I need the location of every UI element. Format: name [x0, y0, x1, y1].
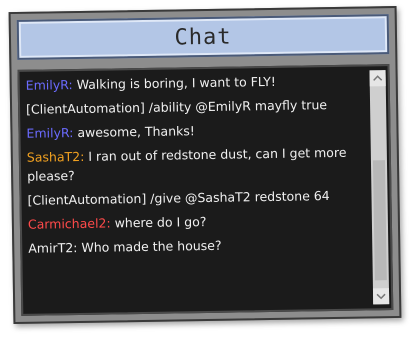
chat-message: AmirT2: Who made the house?	[28, 233, 366, 257]
scroll-thumb[interactable]	[372, 160, 387, 281]
message-text: [ClientAutomation] /give @SashaT2 redsto…	[27, 188, 330, 208]
message-text: AmirT2: Who made the house?	[28, 237, 222, 256]
scroll-up-button[interactable]	[369, 70, 386, 87]
chat-panel: EmilyR: Walking is boring, I want to FLY…	[17, 64, 394, 316]
message-text: [ClientAutomation] /ability @EmilyR mayf…	[25, 97, 328, 117]
scroll-down-button[interactable]	[372, 288, 390, 305]
message-text: Walking is boring, I want to FLY!	[72, 73, 276, 93]
chevron-up-icon	[373, 75, 383, 81]
message-sender: EmilyR:	[26, 125, 74, 141]
chat-message: EmilyR: Walking is boring, I want to FLY…	[26, 70, 364, 94]
message-text: awesome, Thanks!	[73, 123, 195, 141]
window-title: Chat	[174, 24, 232, 50]
message-text: where do I go?	[110, 213, 207, 231]
message-list: EmilyR: Walking is boring, I want to FLY…	[26, 70, 368, 311]
message-sender: Carmichael2:	[27, 215, 111, 232]
chat-message: SashaT2: I ran out of redstone dust, can…	[27, 142, 366, 185]
chat-window: Chat EmilyR: Walking is boring, I want t…	[8, 5, 402, 325]
message-sender: EmilyR:	[25, 77, 73, 93]
chat-message: [ClientAutomation] /give @SashaT2 redsto…	[27, 185, 365, 209]
message-sender: SashaT2:	[26, 148, 85, 165]
chat-message: Carmichael2: where do I go?	[28, 209, 366, 233]
chat-message: [ClientAutomation] /ability @EmilyR mayf…	[26, 94, 364, 118]
chat-message: EmilyR: awesome, Thanks!	[26, 118, 364, 142]
chat-scrollbar[interactable]	[369, 70, 390, 305]
chevron-down-icon	[376, 293, 386, 300]
title-bar: Chat	[16, 14, 390, 60]
